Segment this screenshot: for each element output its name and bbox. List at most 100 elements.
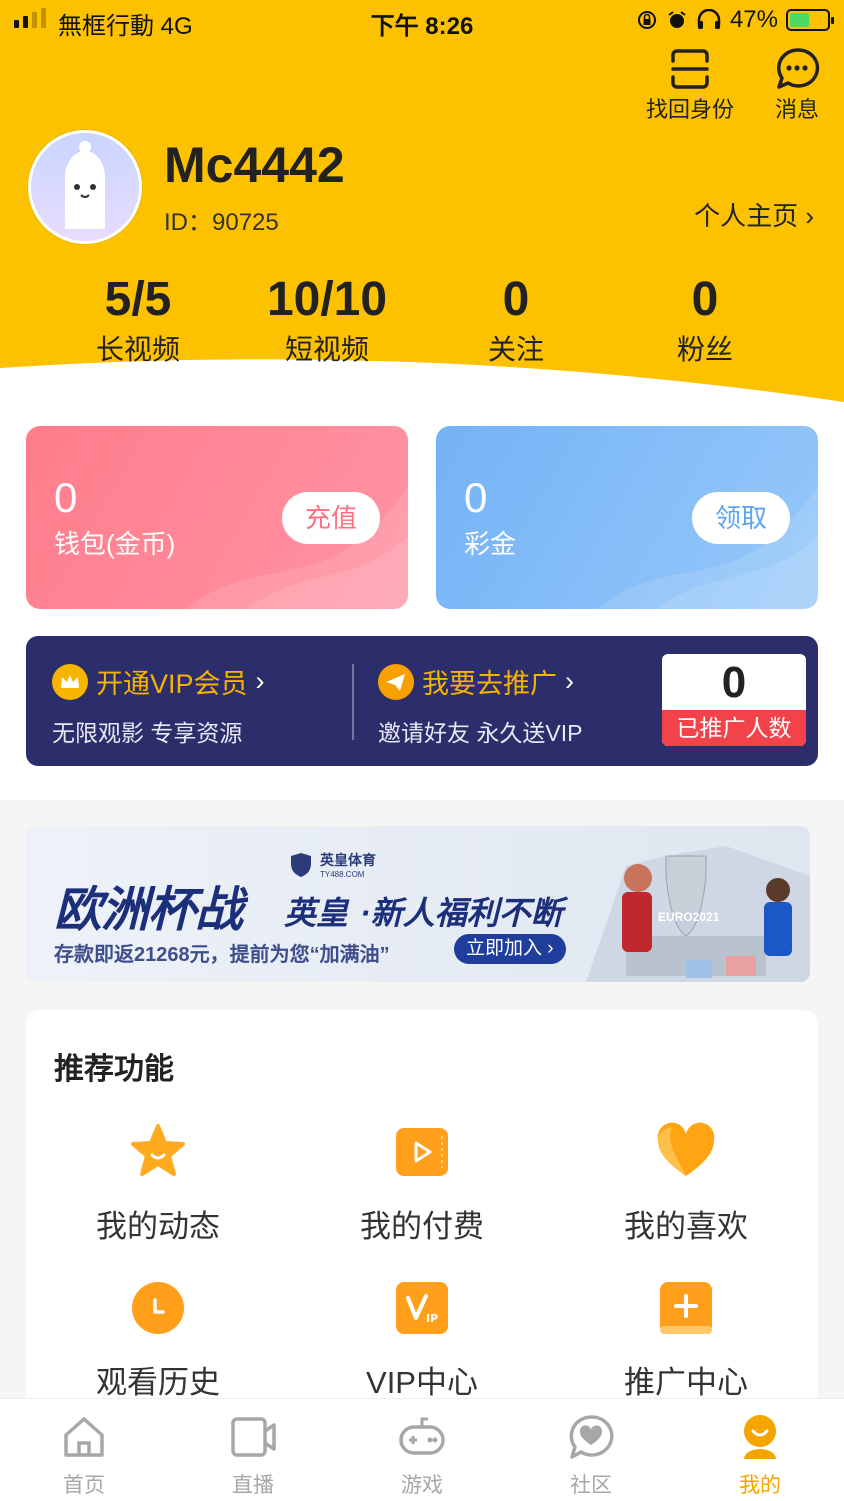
rotation-lock-icon: [637, 11, 656, 29]
stat-following[interactable]: 0 关注: [416, 272, 616, 368]
euro-badge: EURO2021: [658, 910, 720, 924]
recharge-button[interactable]: 充值: [282, 492, 380, 544]
battery-icon: [786, 9, 834, 31]
banner-subline: 存款即返21268元，提前为您“加满油”: [54, 944, 390, 966]
heart-icon: [657, 1122, 715, 1176]
profile-icon: [744, 1415, 776, 1459]
stat-label: 长视频: [95, 334, 180, 365]
promote-button[interactable]: 我要去推广 ›: [378, 662, 574, 701]
tab-label: 社区: [570, 1474, 612, 1497]
svg-text:IP: IP: [426, 1312, 438, 1325]
gamepad-icon: [399, 1417, 445, 1455]
stat-value: 10/10: [266, 273, 388, 326]
star-icon: [131, 1124, 185, 1176]
stat-label: 短视频: [284, 334, 369, 365]
promote-subtitle: 邀请好友 永久送VIP: [378, 720, 583, 746]
home-icon: [64, 1417, 104, 1457]
play-icon: [396, 1128, 448, 1176]
promoted-count-label: 已推广人数: [662, 710, 806, 746]
vip-subtitle: 无限观影 专享资源: [52, 720, 243, 746]
recover-identity-button[interactable]: 找回身份: [646, 46, 734, 124]
tab-label: 游戏: [401, 1474, 443, 1497]
tab-games[interactable]: 游戏: [362, 1413, 482, 1499]
recommended-features-panel: 推荐功能 我的动态 我的付费 我的喜欢 观看历史 IP VIP中心 推广中心: [26, 1010, 818, 1430]
avatar[interactable]: [28, 130, 142, 244]
plus-icon: [660, 1282, 712, 1334]
bonus-card[interactable]: 0 彩金 领取: [436, 426, 818, 609]
stat-value: 0: [502, 273, 530, 326]
alarm-icon: [668, 11, 686, 28]
clock-icon: [132, 1282, 184, 1334]
feature-label: 我的喜欢: [624, 1209, 748, 1244]
banner-logo-text: 英皇体育: [320, 852, 376, 868]
id-card-icon: [671, 49, 709, 89]
feature-watch-history[interactable]: 观看历史: [28, 1278, 288, 1402]
homepage-link[interactable]: 个人主页 ›: [694, 196, 814, 233]
tab-label: 首页: [63, 1474, 105, 1497]
headphones-icon: [697, 9, 721, 29]
tab-live[interactable]: 直播: [193, 1413, 313, 1499]
stat-followers[interactable]: 0 粉丝: [605, 272, 805, 368]
banner-brand: 英皇: [284, 895, 349, 931]
banner-slogan: ·新人福利不断: [360, 895, 563, 931]
user-id: ID：90725: [164, 209, 279, 236]
feature-label: 观看历史: [96, 1365, 220, 1400]
stat-label: 粉丝: [676, 334, 733, 365]
homepage-label: 个人主页: [694, 201, 799, 231]
chevron-right-icon: ›: [565, 666, 574, 696]
wallet-value: 0: [54, 474, 78, 521]
recover-identity-label: 找回身份: [645, 97, 734, 122]
promote-title: 我要去推广: [422, 669, 557, 699]
banner-logo-sub: TY488.COM: [320, 870, 365, 879]
tab-home[interactable]: 首页: [24, 1413, 144, 1499]
stat-value: 5/5: [104, 273, 172, 326]
bottom-tab-bar: 首页 直播 游戏 社区 我的: [0, 1398, 844, 1501]
vip-title: 开通VIP会员: [96, 669, 248, 699]
banner-logo: 英皇体育 TY488.COM: [288, 850, 376, 879]
brand-shield-icon: [291, 852, 311, 877]
paper-plane-icon: [378, 663, 414, 700]
vip-icon: IP: [396, 1282, 448, 1334]
divider: [352, 664, 354, 740]
feature-label: 推广中心: [624, 1365, 748, 1400]
chevron-right-icon: ›: [547, 938, 554, 959]
feature-my-posts[interactable]: 我的动态: [28, 1122, 288, 1246]
feature-vip-center[interactable]: IP VIP中心: [292, 1278, 552, 1402]
feature-label: 我的动态: [96, 1209, 220, 1244]
tab-profile[interactable]: 我的: [700, 1413, 820, 1499]
messages-label: 消息: [774, 97, 819, 122]
wallet-label: 钱包(金币): [54, 529, 176, 559]
panel-title: 推荐功能: [54, 1053, 174, 1086]
chat-heart-icon: [569, 1415, 614, 1459]
wallet-card[interactable]: 0 钱包(金币) 充值: [26, 426, 408, 609]
ad-banner[interactable]: 英皇体育 TY488.COM 欧洲杯战 英皇 ·新人福利不断 存款即返21268…: [26, 826, 810, 982]
feature-label: VIP中心: [366, 1365, 478, 1400]
username: Mc4442: [164, 137, 345, 193]
feature-promotion-center[interactable]: 推广中心: [556, 1278, 816, 1402]
stat-value: 0: [691, 273, 719, 326]
claim-button[interactable]: 领取: [692, 492, 790, 544]
stat-label: 关注: [487, 334, 544, 365]
tab-community[interactable]: 社区: [531, 1413, 651, 1499]
feature-my-purchases[interactable]: 我的付费: [292, 1122, 552, 1246]
bonus-label: 彩金: [464, 529, 517, 559]
banner-join-label: 立即加入: [466, 938, 543, 959]
messages-button[interactable]: 消息: [774, 46, 820, 124]
avatar-mascot-icon: [31, 133, 139, 241]
chevron-right-icon: ›: [255, 666, 265, 696]
banner-join-button[interactable]: 立即加入 ›: [454, 934, 566, 964]
video-camera-icon: [231, 1417, 276, 1457]
vip-promo-bar: 开通VIP会员 › 无限观影 专享资源 我要去推广 › 邀请好友 永久送VIP …: [26, 636, 818, 766]
stat-short-video[interactable]: 10/10 短视频: [227, 272, 427, 368]
feature-label: 我的付费: [360, 1209, 484, 1244]
stat-long-video[interactable]: 5/5 长视频: [38, 272, 238, 368]
status-bar: 無框行動 4G 下午 8:26 47%: [0, 0, 844, 44]
promoted-count-box[interactable]: 0 已推广人数: [662, 654, 806, 746]
battery-percent: 47%: [729, 6, 778, 33]
feature-my-likes[interactable]: 我的喜欢: [556, 1122, 816, 1246]
tab-label: 我的: [739, 1474, 781, 1497]
bonus-value: 0: [464, 474, 488, 521]
chat-bubble-icon: [777, 48, 820, 89]
open-vip-button[interactable]: 开通VIP会员 ›: [52, 662, 265, 701]
promoted-count: 0: [721, 658, 747, 707]
